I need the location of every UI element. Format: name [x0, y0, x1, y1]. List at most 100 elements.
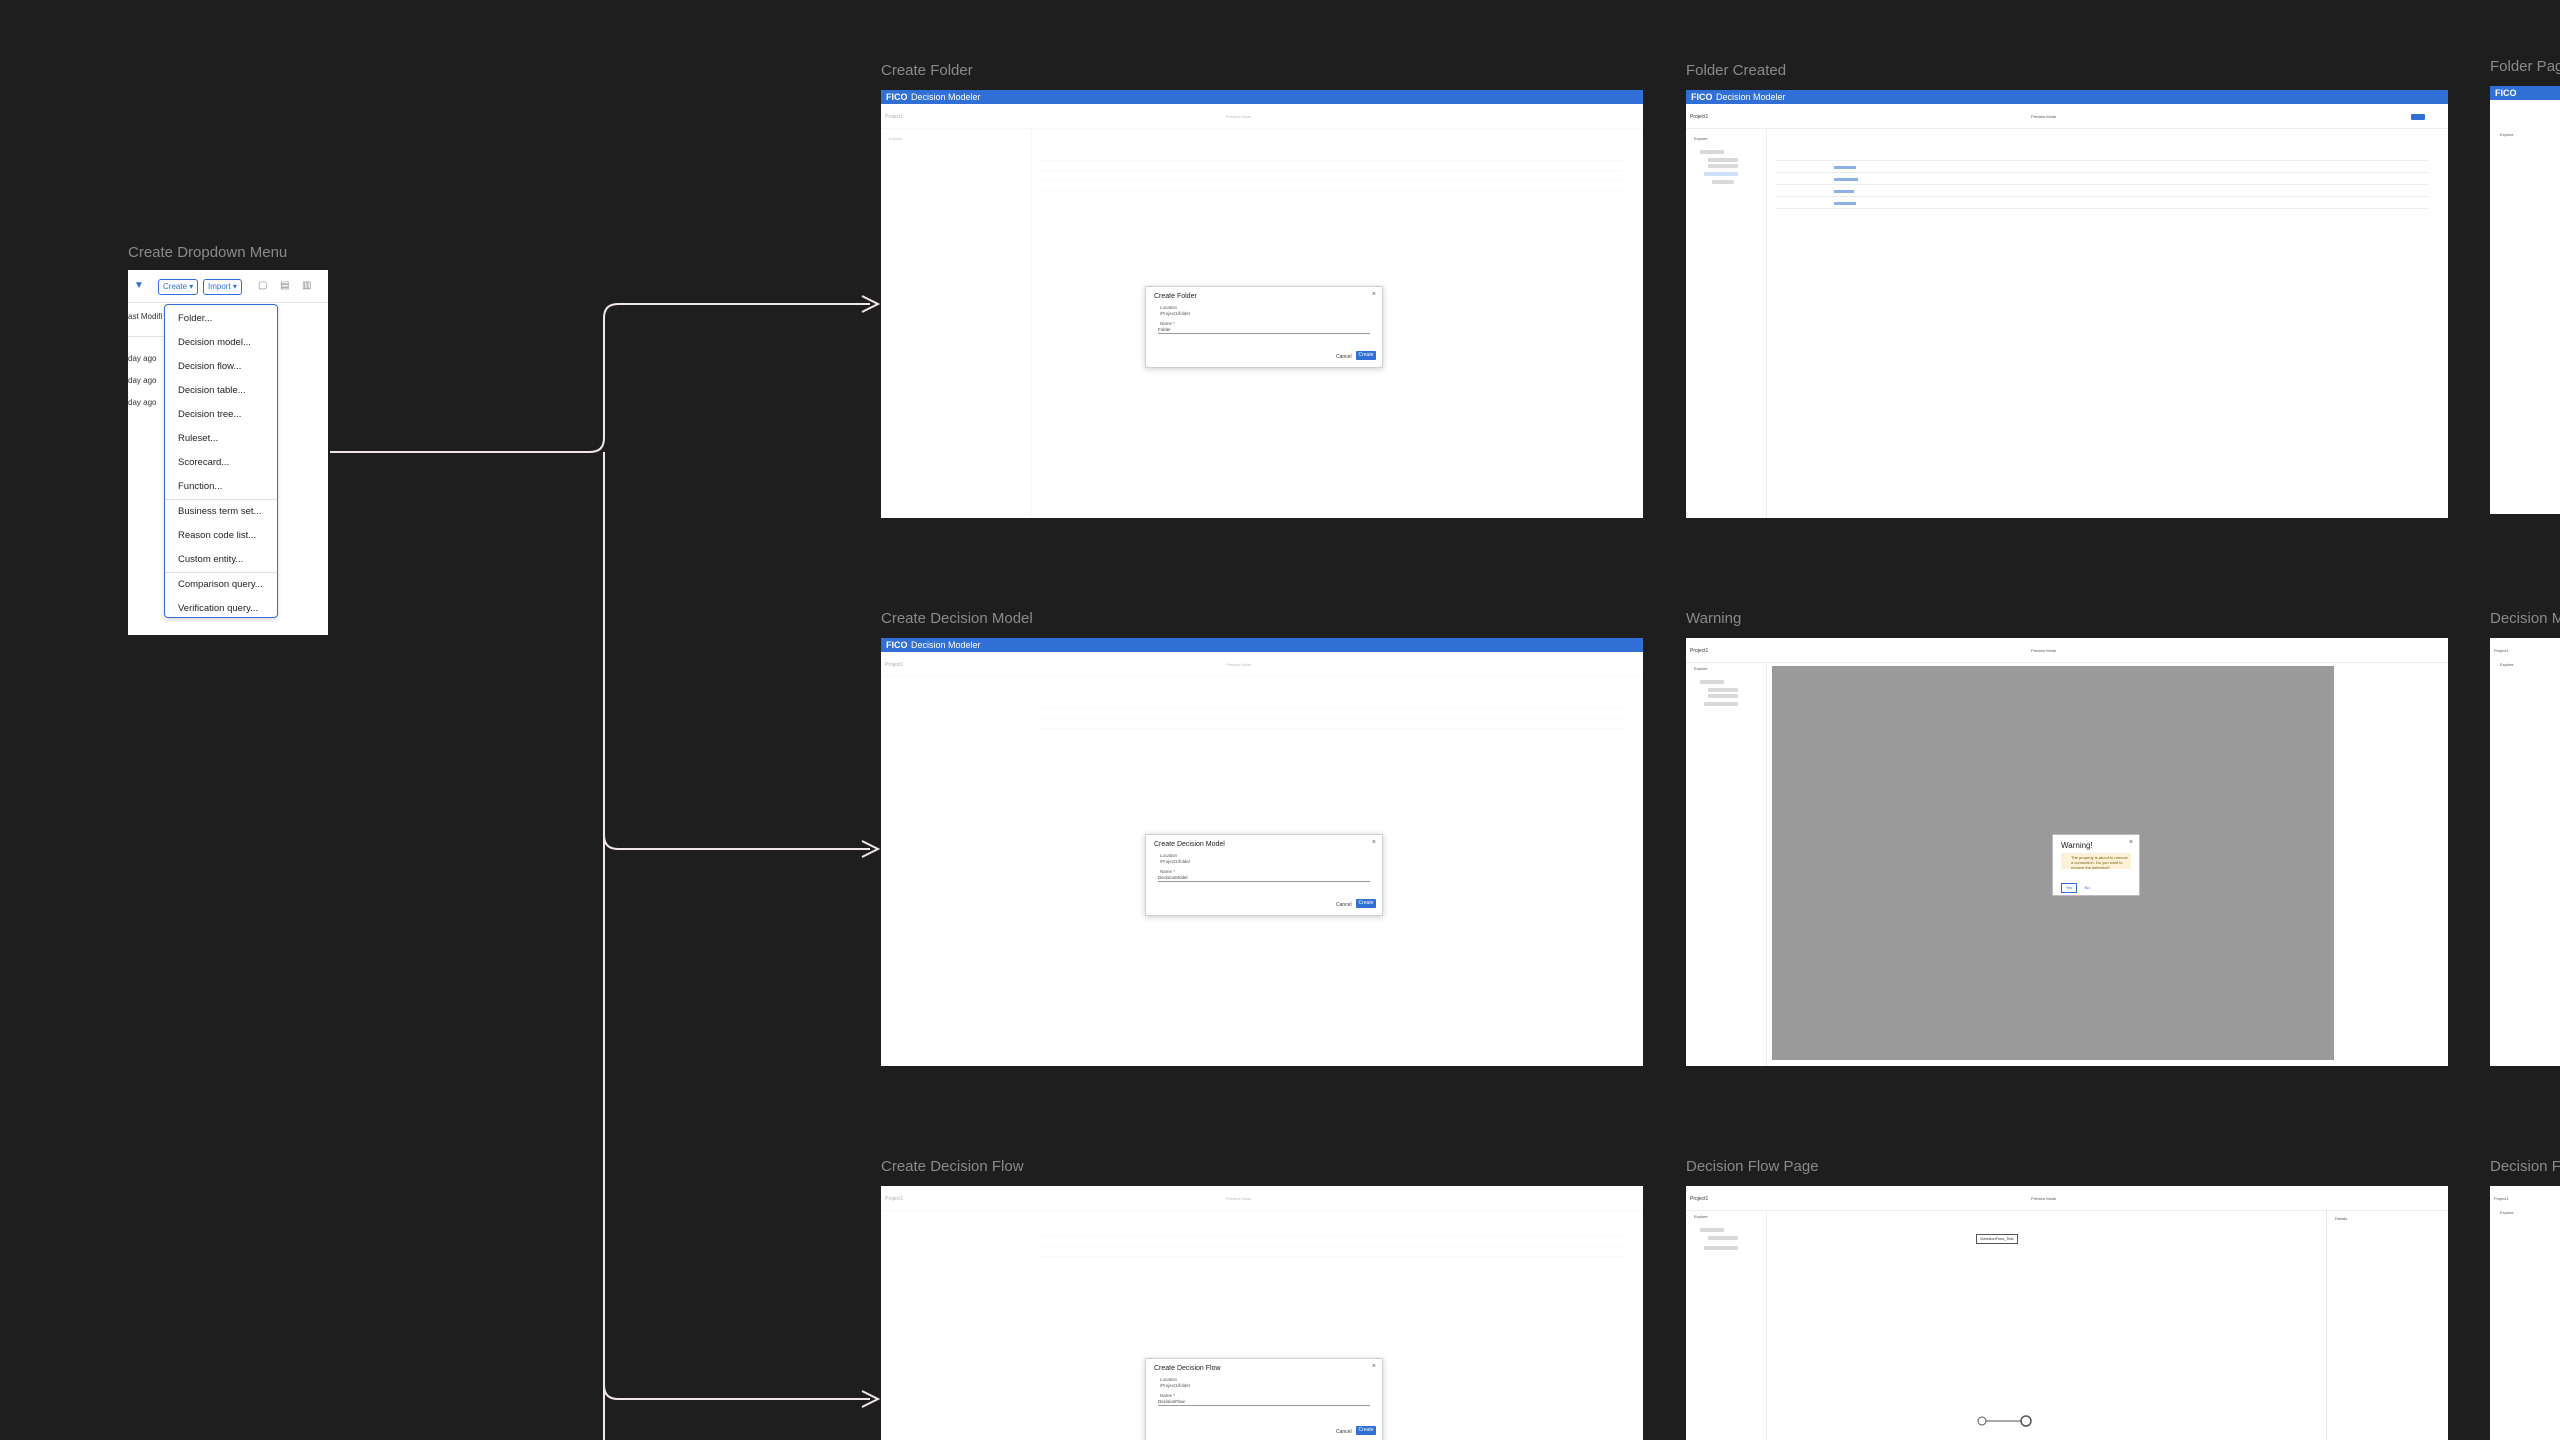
cancel-button[interactable]: Cancel: [1336, 902, 1352, 908]
preview-mode: Preview Mode: [2031, 114, 2057, 119]
import-button[interactable]: Import ▾: [203, 279, 242, 295]
delete-icon[interactable]: ▥: [302, 281, 312, 291]
location-value: /Project1/folder: [1160, 859, 1191, 864]
dialog-title: Create Folder: [1154, 293, 1197, 300]
frame-label-warning: Warning: [1686, 610, 1742, 627]
preview-mode: Preview Mode: [2031, 648, 2057, 653]
flow-node[interactable]: DecisionFlow_Test: [1976, 1234, 2018, 1244]
product-name: Decision Modeler: [911, 92, 981, 102]
product-name: Decision Modeler: [911, 640, 981, 650]
create-folder-dialog: Create Folder × Location /Project1/folde…: [1145, 286, 1383, 368]
explore-title: Explore: [1694, 1214, 1708, 1219]
yes-button[interactable]: Yes: [2061, 883, 2077, 893]
explore-title: Explore: [2500, 132, 2514, 137]
close-icon[interactable]: ×: [1372, 1363, 1376, 1370]
explore-title: Explore: [1694, 666, 1708, 671]
fico-logo: FICO: [1691, 92, 1713, 102]
menu-item-verification-query[interactable]: Verification query...: [165, 597, 277, 621]
name-label: Name *: [1160, 869, 1176, 874]
warning-message: The property is about to remove a connec…: [2061, 853, 2131, 870]
cancel-button[interactable]: Cancel: [1336, 1429, 1352, 1435]
fico-logo: FICO: [886, 640, 908, 650]
row-modified: day ago: [128, 398, 157, 407]
app-header: FICO: [2490, 86, 2560, 100]
menu-item-function[interactable]: Function...: [165, 475, 277, 499]
create-decision-flow-dialog: Create Decision Flow × Location /Project…: [1145, 1358, 1383, 1440]
name-field[interactable]: DecisionFlow: [1158, 1399, 1370, 1406]
menu-item-decision-table[interactable]: Decision table...: [165, 379, 277, 403]
project-name: Project1: [1690, 114, 1709, 120]
explore-title: Explore: [1694, 136, 1708, 141]
product-name: Decision Modeler: [1716, 92, 1786, 102]
copy-icon[interactable]: ▢: [258, 281, 268, 291]
explore-title: Explore: [2500, 1210, 2514, 1215]
create-button[interactable]: Create ▾: [158, 279, 199, 295]
toolbar: ▼ Create ▾ Import ▾ ▢ ▤ ▥: [128, 270, 328, 303]
subheader: Project1 Preview Mode: [1686, 104, 2448, 129]
name-field[interactable]: Folder: [1158, 327, 1370, 334]
folder-created-frame: FICO Decision Modeler Project1 Preview M…: [1686, 90, 2448, 518]
column-header-last-modified: ast Modifi: [128, 312, 163, 321]
name-field[interactable]: DecisionModel: [1158, 875, 1370, 882]
app-header: FICO Decision Modeler: [881, 90, 1643, 104]
location-label: Location: [1160, 305, 1178, 310]
project-name: Project1: [2494, 1196, 2509, 1201]
create-dropdown-menu: Folder... Decision model... Decision flo…: [164, 304, 278, 618]
frame-label-decision-flow-partial: Decision F: [2490, 1158, 2560, 1175]
menu-item-decision-flow[interactable]: Decision flow...: [165, 355, 277, 379]
dropdown-frame: ▼ Create ▾ Import ▾ ▢ ▤ ▥ ast Modifi day…: [128, 270, 328, 635]
row-modified: day ago: [128, 376, 157, 385]
project-name: Project1: [1690, 1196, 1709, 1202]
explorer-sidebar: Explore: [1686, 128, 1767, 518]
close-icon[interactable]: ×: [1372, 839, 1376, 846]
subheader: Project1 Preview Mode: [1686, 1186, 2448, 1211]
menu-item-folder[interactable]: Folder...: [165, 307, 277, 331]
name-label: Name *: [1160, 321, 1176, 326]
decision-flow-page-frame: Project1 Preview Mode Explore DecisionFl…: [1686, 1186, 2448, 1440]
menu-item-reason-code-list[interactable]: Reason code list...: [165, 524, 277, 548]
warning-dialog: Warning! × The property is about to remo…: [2052, 834, 2140, 896]
location-label: Location: [1160, 1377, 1178, 1382]
explorer-sidebar: Explore: [1686, 662, 1767, 1066]
subheader: Project1 Preview Mode: [1686, 638, 2448, 663]
menu-item-ruleset[interactable]: Ruleset...: [165, 427, 277, 451]
close-icon[interactable]: ×: [1372, 291, 1376, 298]
menu-item-comparison-query[interactable]: Comparison query...: [165, 573, 277, 597]
folder-page-frame: FICO Explore: [2490, 86, 2560, 514]
filter-icon[interactable]: ▼: [134, 281, 144, 291]
menu-item-decision-tree[interactable]: Decision tree...: [165, 403, 277, 427]
menu-item-business-term-set[interactable]: Business term set...: [165, 500, 277, 524]
decision-model-page-frame: Project1 Explore: [2490, 638, 2560, 1066]
warning-frame: Project1 Preview Mode Explore Warning! ×…: [1686, 638, 2448, 1066]
details-title: Details: [2335, 1216, 2348, 1221]
menu-item-custom-entity[interactable]: Custom entity...: [165, 548, 277, 572]
close-icon[interactable]: ×: [2129, 839, 2133, 846]
menu-item-scorecard[interactable]: Scorecard...: [165, 451, 277, 475]
fico-logo: FICO: [886, 92, 908, 102]
create-button[interactable]: Create: [1356, 1426, 1376, 1435]
fico-logo: FICO: [2495, 88, 2517, 98]
frame-label-create-folder: Create Folder: [881, 62, 973, 79]
app-header: FICO Decision Modeler: [1686, 90, 2448, 104]
frame-label-decision-flow-page: Decision Flow Page: [1686, 1158, 1819, 1175]
preview-mode: Preview Mode: [2031, 1196, 2057, 1201]
move-icon[interactable]: ▤: [280, 281, 290, 291]
create-button[interactable]: Create: [1356, 899, 1376, 908]
create-decision-model-frame: FICO Decision Modeler Project1 Preview M…: [881, 638, 1643, 1066]
create-button[interactable]: Create: [1356, 351, 1376, 360]
dialog-title: Create Decision Flow: [1154, 1365, 1221, 1372]
location-value: /Project1/folder: [1160, 1383, 1191, 1388]
cancel-button[interactable]: Cancel: [1336, 354, 1352, 360]
frame-label-create-decision-model: Create Decision Model: [881, 610, 1033, 627]
create-decision-flow-frame: Project1 Preview Mode Create Decision Fl…: [881, 1186, 1643, 1440]
no-button[interactable]: No: [2079, 883, 2095, 893]
menu-item-decision-model[interactable]: Decision model...: [165, 331, 277, 355]
flow-start-end-connector: [1977, 1415, 2032, 1427]
frame-label-folder-created: Folder Created: [1686, 62, 1787, 79]
publish-button[interactable]: [2411, 114, 2425, 120]
name-label: Name *: [1160, 1393, 1176, 1398]
explorer-sidebar: Explore: [1686, 1210, 1767, 1440]
explore-title: Explore: [2500, 662, 2514, 667]
decision-flow-partial-frame: Project1 Explore: [2490, 1186, 2560, 1440]
dialog-title: Create Decision Model: [1154, 841, 1225, 848]
